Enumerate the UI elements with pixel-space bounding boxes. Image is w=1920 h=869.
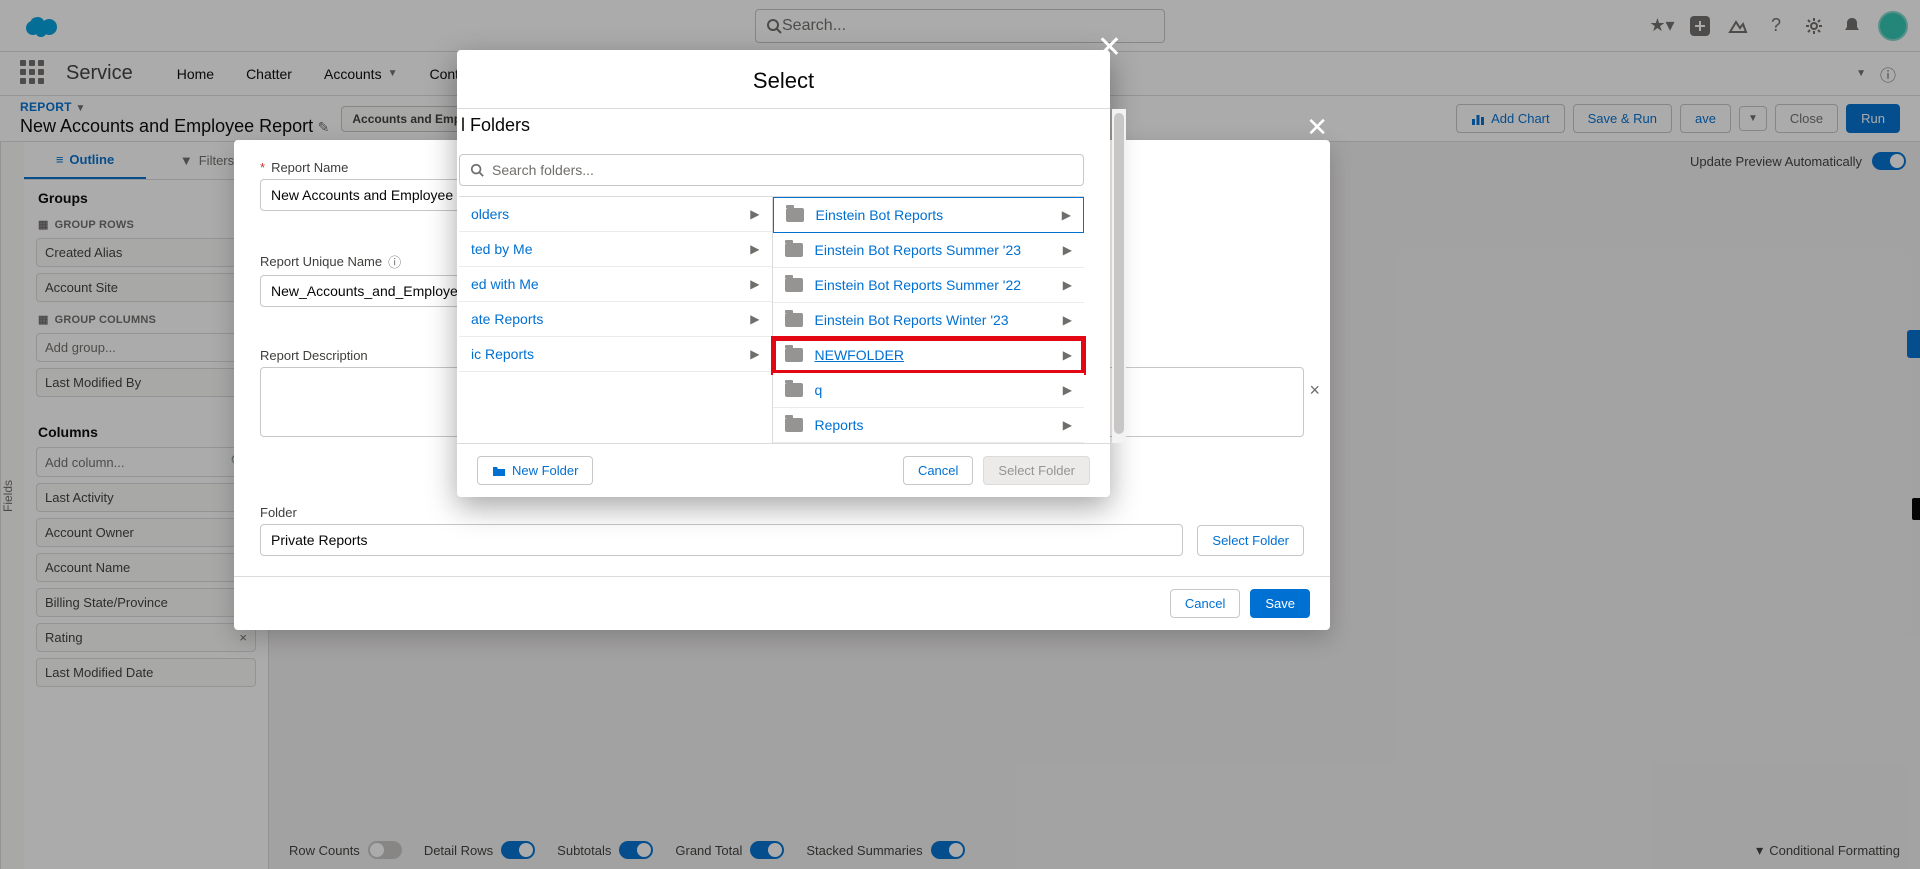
folder-icon bbox=[492, 465, 506, 477]
chevron-right-icon: ▶ bbox=[750, 347, 759, 361]
chevron-right-icon: ▶ bbox=[1063, 418, 1072, 432]
folder-icon bbox=[785, 383, 803, 397]
chevron-right-icon: ▶ bbox=[750, 277, 759, 291]
folder-icon bbox=[785, 348, 803, 362]
cancel-button[interactable]: Cancel bbox=[1170, 589, 1240, 618]
folder-col-left: olders ▶ ted by Me ▶ ed with Me ▶ ate Repor… bbox=[459, 197, 772, 443]
chevron-right-icon: ▶ bbox=[1063, 278, 1072, 292]
chevron-right-icon: ▶ bbox=[1062, 208, 1071, 222]
chevron-right-icon: ▶ bbox=[750, 242, 759, 256]
folder-name: ted by Me bbox=[471, 241, 532, 257]
folder-icon bbox=[786, 208, 804, 222]
folder-name: ate Reports bbox=[471, 311, 543, 327]
folder-row[interactable]: q▶ bbox=[773, 373, 1085, 408]
chevron-right-icon: ▶ bbox=[1063, 383, 1072, 397]
folder-row[interactable]: ate Reports ▶ bbox=[459, 302, 772, 337]
folder-columns: olders ▶ ted by Me ▶ ed with Me ▶ ate Repor… bbox=[459, 196, 1084, 443]
folder-name: q bbox=[815, 382, 823, 398]
folder-name: NEWFOLDER bbox=[815, 347, 904, 363]
folder-search[interactable]: Search folders... bbox=[459, 154, 1084, 186]
folder-name: Einstein Bot Reports Summer '22 bbox=[815, 277, 1022, 293]
folder-name: Einstein Bot Reports Winter '23 bbox=[815, 312, 1009, 328]
folder-row[interactable]: Einstein Bot Reports ▶ bbox=[773, 197, 1085, 233]
folder-name: Einstein Bot Reports bbox=[816, 207, 944, 223]
picker-title: Select bbox=[457, 50, 1110, 108]
chevron-right-icon: ▶ bbox=[1063, 243, 1072, 257]
folder-row[interactable]: ed with Me ▶ bbox=[459, 267, 772, 302]
folder-row[interactable]: Einstein Bot Reports Winter '23 ▶ bbox=[773, 303, 1085, 338]
clear-icon[interactable]: × bbox=[1309, 380, 1320, 401]
folder-row[interactable]: Einstein Bot Reports Summer '23 ▶ bbox=[773, 233, 1085, 268]
folder-name: olders bbox=[471, 206, 509, 222]
select-folder-button[interactable]: Select Folder bbox=[983, 456, 1090, 485]
folder-icon bbox=[785, 313, 803, 327]
cancel-button[interactable]: Cancel bbox=[903, 456, 973, 485]
folder-icon bbox=[785, 243, 803, 257]
save-dialog-footer: Cancel Save bbox=[234, 576, 1330, 630]
folder-row-newfolder[interactable]: NEWFOLDER ▶ bbox=[773, 338, 1085, 373]
picker-section-title: l Folders bbox=[459, 109, 1084, 146]
folder-input[interactable] bbox=[260, 524, 1183, 556]
chevron-right-icon: ▶ bbox=[750, 312, 759, 326]
folder-name: Reports bbox=[815, 417, 864, 433]
folder-col-right: Einstein Bot Reports ▶ Einstein Bot Repor… bbox=[772, 197, 1085, 443]
chevron-right-icon: ▶ bbox=[750, 207, 759, 221]
folder-label: Folder bbox=[260, 505, 1183, 520]
chevron-right-icon: ▶ bbox=[1063, 348, 1072, 362]
info-icon[interactable]: ⓘ bbox=[388, 252, 401, 271]
new-folder-button[interactable]: New Folder bbox=[477, 456, 593, 485]
folder-name: Einstein Bot Reports Summer '23 bbox=[815, 242, 1022, 258]
save-button[interactable]: Save bbox=[1250, 589, 1310, 618]
folder-row[interactable]: ted by Me ▶ bbox=[459, 232, 772, 267]
folder-row[interactable]: Reports ▶ bbox=[773, 408, 1085, 443]
picker-scrollbar[interactable] bbox=[1112, 109, 1126, 443]
folder-search-placeholder: Search folders... bbox=[492, 162, 594, 178]
folder-icon bbox=[785, 418, 803, 432]
close-icon[interactable]: ✕ bbox=[1097, 30, 1122, 65]
new-folder-label: New Folder bbox=[512, 463, 578, 478]
chevron-right-icon: ▶ bbox=[1063, 313, 1072, 327]
picker-footer: New Folder Cancel Select Folder bbox=[457, 443, 1110, 497]
folder-row[interactable]: ic Reports ▶ bbox=[459, 337, 772, 372]
search-icon bbox=[470, 163, 484, 177]
folder-picker-dialog: ✕ Select l Folders Search folders... old… bbox=[457, 50, 1110, 497]
select-folder-button[interactable]: Select Folder bbox=[1197, 525, 1304, 556]
folder-row[interactable]: Einstein Bot Reports Summer '22 ▶ bbox=[773, 268, 1085, 303]
close-icon[interactable]: ✕ bbox=[1306, 112, 1328, 143]
folder-name: ed with Me bbox=[471, 276, 539, 292]
folder-name: ic Reports bbox=[471, 346, 534, 362]
folder-row[interactable]: olders ▶ bbox=[459, 197, 772, 232]
folder-icon bbox=[785, 278, 803, 292]
